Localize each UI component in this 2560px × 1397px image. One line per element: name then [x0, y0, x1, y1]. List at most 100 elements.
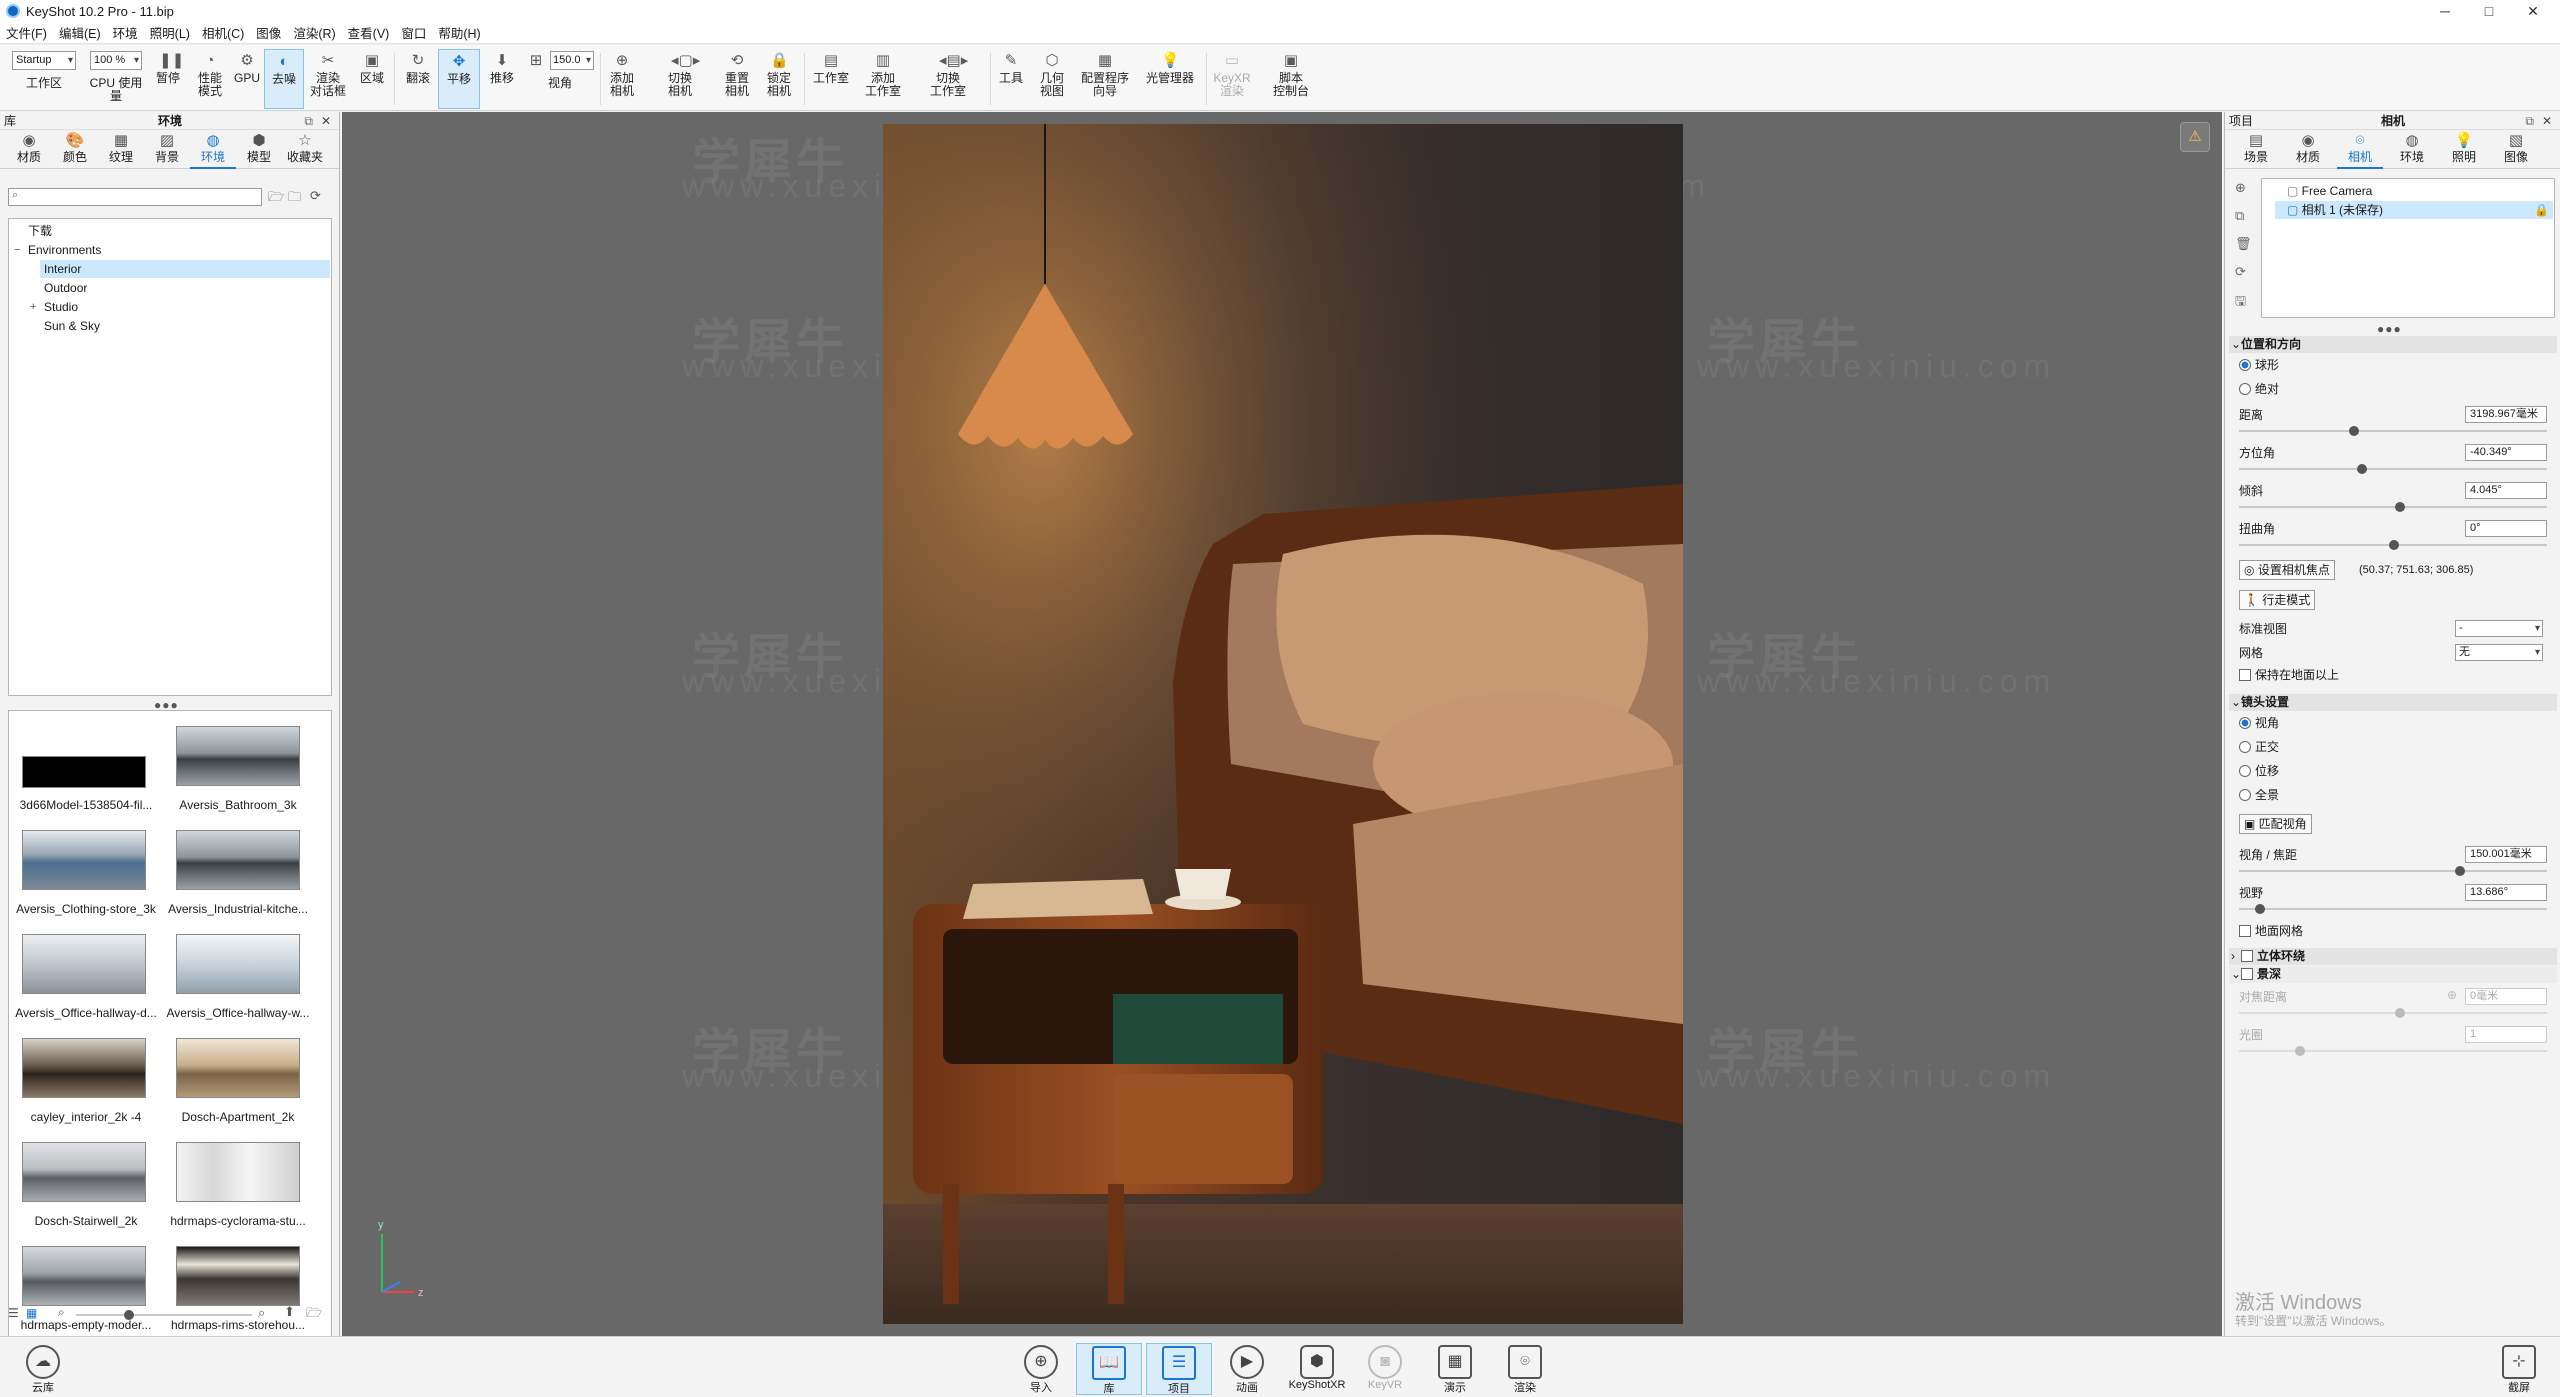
keyshotxr-button[interactable]: ⬢ KeyShotXR: [1284, 1343, 1350, 1395]
radio-shift[interactable]: 位移: [2239, 762, 2279, 780]
add-camera-button[interactable]: ⊕ 添加 相机: [604, 49, 640, 109]
light-manager-button[interactable]: 💡 光管理器: [1140, 49, 1200, 109]
fov-button[interactable]: 视角: [540, 77, 580, 107]
target-icon[interactable]: ⊕: [2447, 988, 2457, 1002]
fov-input[interactable]: 13.686°: [2465, 884, 2547, 901]
thumb-aversis-office-hallway-w[interactable]: [176, 934, 300, 994]
render-viewport[interactable]: 学犀牛 www.xuexiniu.com 学犀牛 www.xuexiniu.co…: [342, 112, 2222, 1336]
tab-image[interactable]: ▧ 图像: [2493, 131, 2539, 169]
duplicate-camera-icon[interactable]: ⧉: [2235, 208, 2244, 224]
panel-close-icon[interactable]: ✕: [2542, 112, 2552, 130]
thumb-hdrmaps-cyclorama[interactable]: [176, 1142, 300, 1202]
zoom-in-icon[interactable]: ⌕: [258, 1305, 265, 1321]
gpu-button[interactable]: ⚙ GPU: [232, 49, 262, 109]
set-camera-focus-button[interactable]: ◎ 设置相机焦点: [2239, 560, 2335, 580]
radio-perspective[interactable]: 视角: [2239, 714, 2279, 732]
fov-focal-input[interactable]: 150.001毫米: [2465, 846, 2547, 863]
aperture-slider[interactable]: [2239, 1046, 2547, 1056]
checkbox-icon[interactable]: [2241, 968, 2253, 980]
studio-button[interactable]: ▤ 工作室: [808, 49, 854, 109]
standard-view-select[interactable]: -: [2455, 620, 2543, 637]
tab-models[interactable]: ⬢ 模型: [236, 131, 282, 169]
pause-button[interactable]: ❚❚ 暂停: [150, 49, 186, 109]
thumbnail-size-slider[interactable]: [76, 1310, 252, 1320]
maximize-button[interactable]: □: [2464, 0, 2514, 22]
twist-input[interactable]: 0°: [2465, 520, 2547, 537]
minimize-button[interactable]: ─: [2420, 0, 2470, 22]
screenshot-button[interactable]: ⊹ 截屏: [2486, 1343, 2552, 1395]
undock-icon[interactable]: ⧉: [304, 112, 313, 130]
save-camera-icon[interactable]: 🖫: [2235, 292, 2246, 314]
thumb-aversis-clothing-store[interactable]: [22, 830, 146, 890]
tab-material[interactable]: ◉ 材质: [2285, 131, 2331, 169]
script-console-button[interactable]: ▣ 脚本 控制台: [1264, 49, 1318, 109]
render-dialog-button[interactable]: ✂ 渲染 对话框: [306, 49, 350, 109]
azimuth-slider[interactable]: [2239, 464, 2547, 474]
pan-button[interactable]: ✥ 平移: [438, 49, 480, 109]
focus-distance-input[interactable]: 0毫米: [2465, 988, 2547, 1005]
walk-mode-button[interactable]: 🚶 行走模式: [2239, 590, 2316, 610]
tools-button[interactable]: ✎ 工具: [994, 49, 1028, 109]
undock-icon[interactable]: ⧉: [2525, 112, 2534, 130]
workspace-button[interactable]: 工作区: [14, 77, 74, 107]
thumb-dosch-stairwell[interactable]: [22, 1142, 146, 1202]
zoom-select[interactable]: 100 %: [90, 51, 142, 70]
thumb-aversis-office-hallway-d[interactable]: [22, 934, 146, 994]
camera-item-free[interactable]: ▢ Free Camera: [2287, 182, 2372, 200]
menu-camera[interactable]: 相机(C): [202, 23, 244, 42]
animation-button[interactable]: ▶ 动画: [1214, 1343, 1280, 1395]
tree-item-environments[interactable]: Environments: [28, 241, 101, 259]
tree-expand-icon[interactable]: +: [30, 298, 36, 316]
tab-environments[interactable]: ◍ 环境: [190, 131, 236, 169]
tree-item-studio[interactable]: Studio: [44, 298, 78, 316]
lock-camera-button[interactable]: 🔒 锁定 相机: [760, 49, 798, 109]
tab-scene[interactable]: ▤ 场景: [2233, 131, 2279, 169]
project-button[interactable]: ☰ 项目: [1146, 1343, 1212, 1395]
tree-item-downloads[interactable]: 下载: [28, 222, 52, 240]
tab-materials[interactable]: ◉ 材质: [6, 131, 52, 169]
fov-value-field[interactable]: 150.0: [550, 51, 594, 70]
radio-absolute[interactable]: 绝对: [2239, 380, 2279, 398]
distance-slider[interactable]: [2239, 426, 2547, 436]
tumble-button[interactable]: ↻ 翻滚: [400, 49, 436, 109]
add-studio-button[interactable]: ▥ 添加 工作室: [860, 49, 906, 109]
panel-close-icon[interactable]: ✕: [321, 112, 331, 130]
library-search-input[interactable]: ⌕: [8, 188, 262, 206]
thumb-dosch-apartment[interactable]: [176, 1038, 300, 1098]
cloud-library-button[interactable]: ☁ 云库: [10, 1343, 76, 1395]
add-camera-icon[interactable]: ⊕: [2235, 180, 2246, 196]
folder-add-icon[interactable]: 🗀: [288, 188, 301, 210]
inclination-slider[interactable]: [2239, 502, 2547, 512]
cpu-usage-button[interactable]: CPU 使用量: [84, 77, 148, 107]
section-stereo[interactable]: › 立体环绕: [2229, 948, 2557, 965]
thumb-cayley-interior[interactable]: [22, 1038, 146, 1098]
reset-camera-button[interactable]: ⟲ 重置 相机: [718, 49, 756, 109]
azimuth-input[interactable]: -40.349°: [2465, 444, 2547, 461]
thumb-aversis-bathroom[interactable]: [176, 726, 300, 786]
folder-icon[interactable]: 🗁: [306, 1304, 322, 1326]
slider-knob[interactable]: [2389, 540, 2399, 550]
slider-knob[interactable]: [2349, 426, 2359, 436]
tree-item-interior[interactable]: Interior: [40, 260, 330, 278]
tab-environment[interactable]: ◍ 环境: [2389, 131, 2435, 169]
close-button[interactable]: ✕: [2508, 0, 2558, 22]
slider-knob[interactable]: [2455, 866, 2465, 876]
thumb-aversis-industrial-kitchen[interactable]: [176, 830, 300, 890]
geometry-view-button[interactable]: ⬡ 几何 视图: [1032, 49, 1072, 109]
tab-favorites[interactable]: ☆ 收藏夹: [282, 131, 328, 169]
zoom-out-icon[interactable]: ⌕: [58, 1305, 65, 1320]
refresh-icon[interactable]: ⟳: [310, 188, 321, 204]
render-status-icon[interactable]: ⚠: [2180, 122, 2210, 152]
slider-knob[interactable]: [2357, 464, 2367, 474]
slider-knob[interactable]: [2395, 1008, 2405, 1018]
switch-studio-button[interactable]: ◂▤▸ 切换 工作室: [912, 49, 984, 109]
camera-item-camera1[interactable]: ▢ 相机 1 (未保存) 🔒: [2275, 201, 2553, 219]
radio-spherical[interactable]: 球形: [2239, 356, 2279, 374]
slider-knob[interactable]: [2295, 1046, 2305, 1056]
menu-help[interactable]: 帮助(H): [438, 23, 480, 42]
fov-slider[interactable]: [2239, 904, 2547, 914]
tree-item-sun-sky[interactable]: Sun & Sky: [44, 317, 100, 335]
workspace-select[interactable]: Startup: [12, 51, 76, 70]
thumb-3d66model[interactable]: [22, 756, 146, 788]
denoise-button[interactable]: ◐ 去噪: [264, 49, 304, 109]
